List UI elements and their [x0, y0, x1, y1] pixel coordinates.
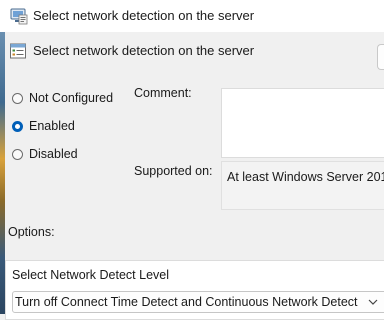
policy-title: Select network detection on the server	[33, 43, 255, 58]
radio-disabled[interactable]: Disabled	[12, 147, 78, 161]
radio-label-not-configured: Not Configured	[29, 91, 114, 105]
supported-on-value: At least Windows Server 2012, Windows 8 …	[227, 170, 384, 184]
window-title: Select network detection on the server	[33, 8, 255, 23]
radio-circle-selected[interactable]	[12, 120, 23, 132]
radio-label-disabled: Disabled	[29, 147, 78, 161]
radio-not-configured[interactable]: Not Configured	[12, 91, 113, 105]
comment-label: Comment:	[134, 86, 192, 100]
previous-setting-button[interactable]	[377, 44, 384, 70]
group-policy-app-icon	[10, 8, 28, 25]
options-panel: Select Network Detect Level Turn off Con…	[5, 260, 384, 320]
supported-on-box: At least Windows Server 2012, Windows 8 …	[221, 161, 384, 210]
policy-setting-icon	[10, 43, 26, 59]
network-detect-level-label: Select Network Detect Level	[12, 268, 170, 282]
radio-circle[interactable]	[12, 148, 23, 160]
chevron-down-icon	[368, 299, 378, 305]
supported-on-label: Supported on:	[134, 164, 213, 178]
options-label: Options:	[8, 225, 55, 239]
title-bar: Select network detection on the server	[0, 0, 384, 32]
comment-textarea[interactable]	[221, 88, 384, 158]
radio-enabled[interactable]: Enabled	[12, 119, 75, 133]
radio-circle[interactable]	[12, 92, 23, 104]
dropdown-selected-value: Turn off Connect Time Detect and Continu…	[15, 295, 358, 309]
policy-header: Select network detection on the server	[5, 32, 384, 72]
network-detect-level-dropdown[interactable]: Turn off Connect Time Detect and Continu…	[12, 291, 384, 313]
radio-label-enabled: Enabled	[29, 119, 75, 133]
